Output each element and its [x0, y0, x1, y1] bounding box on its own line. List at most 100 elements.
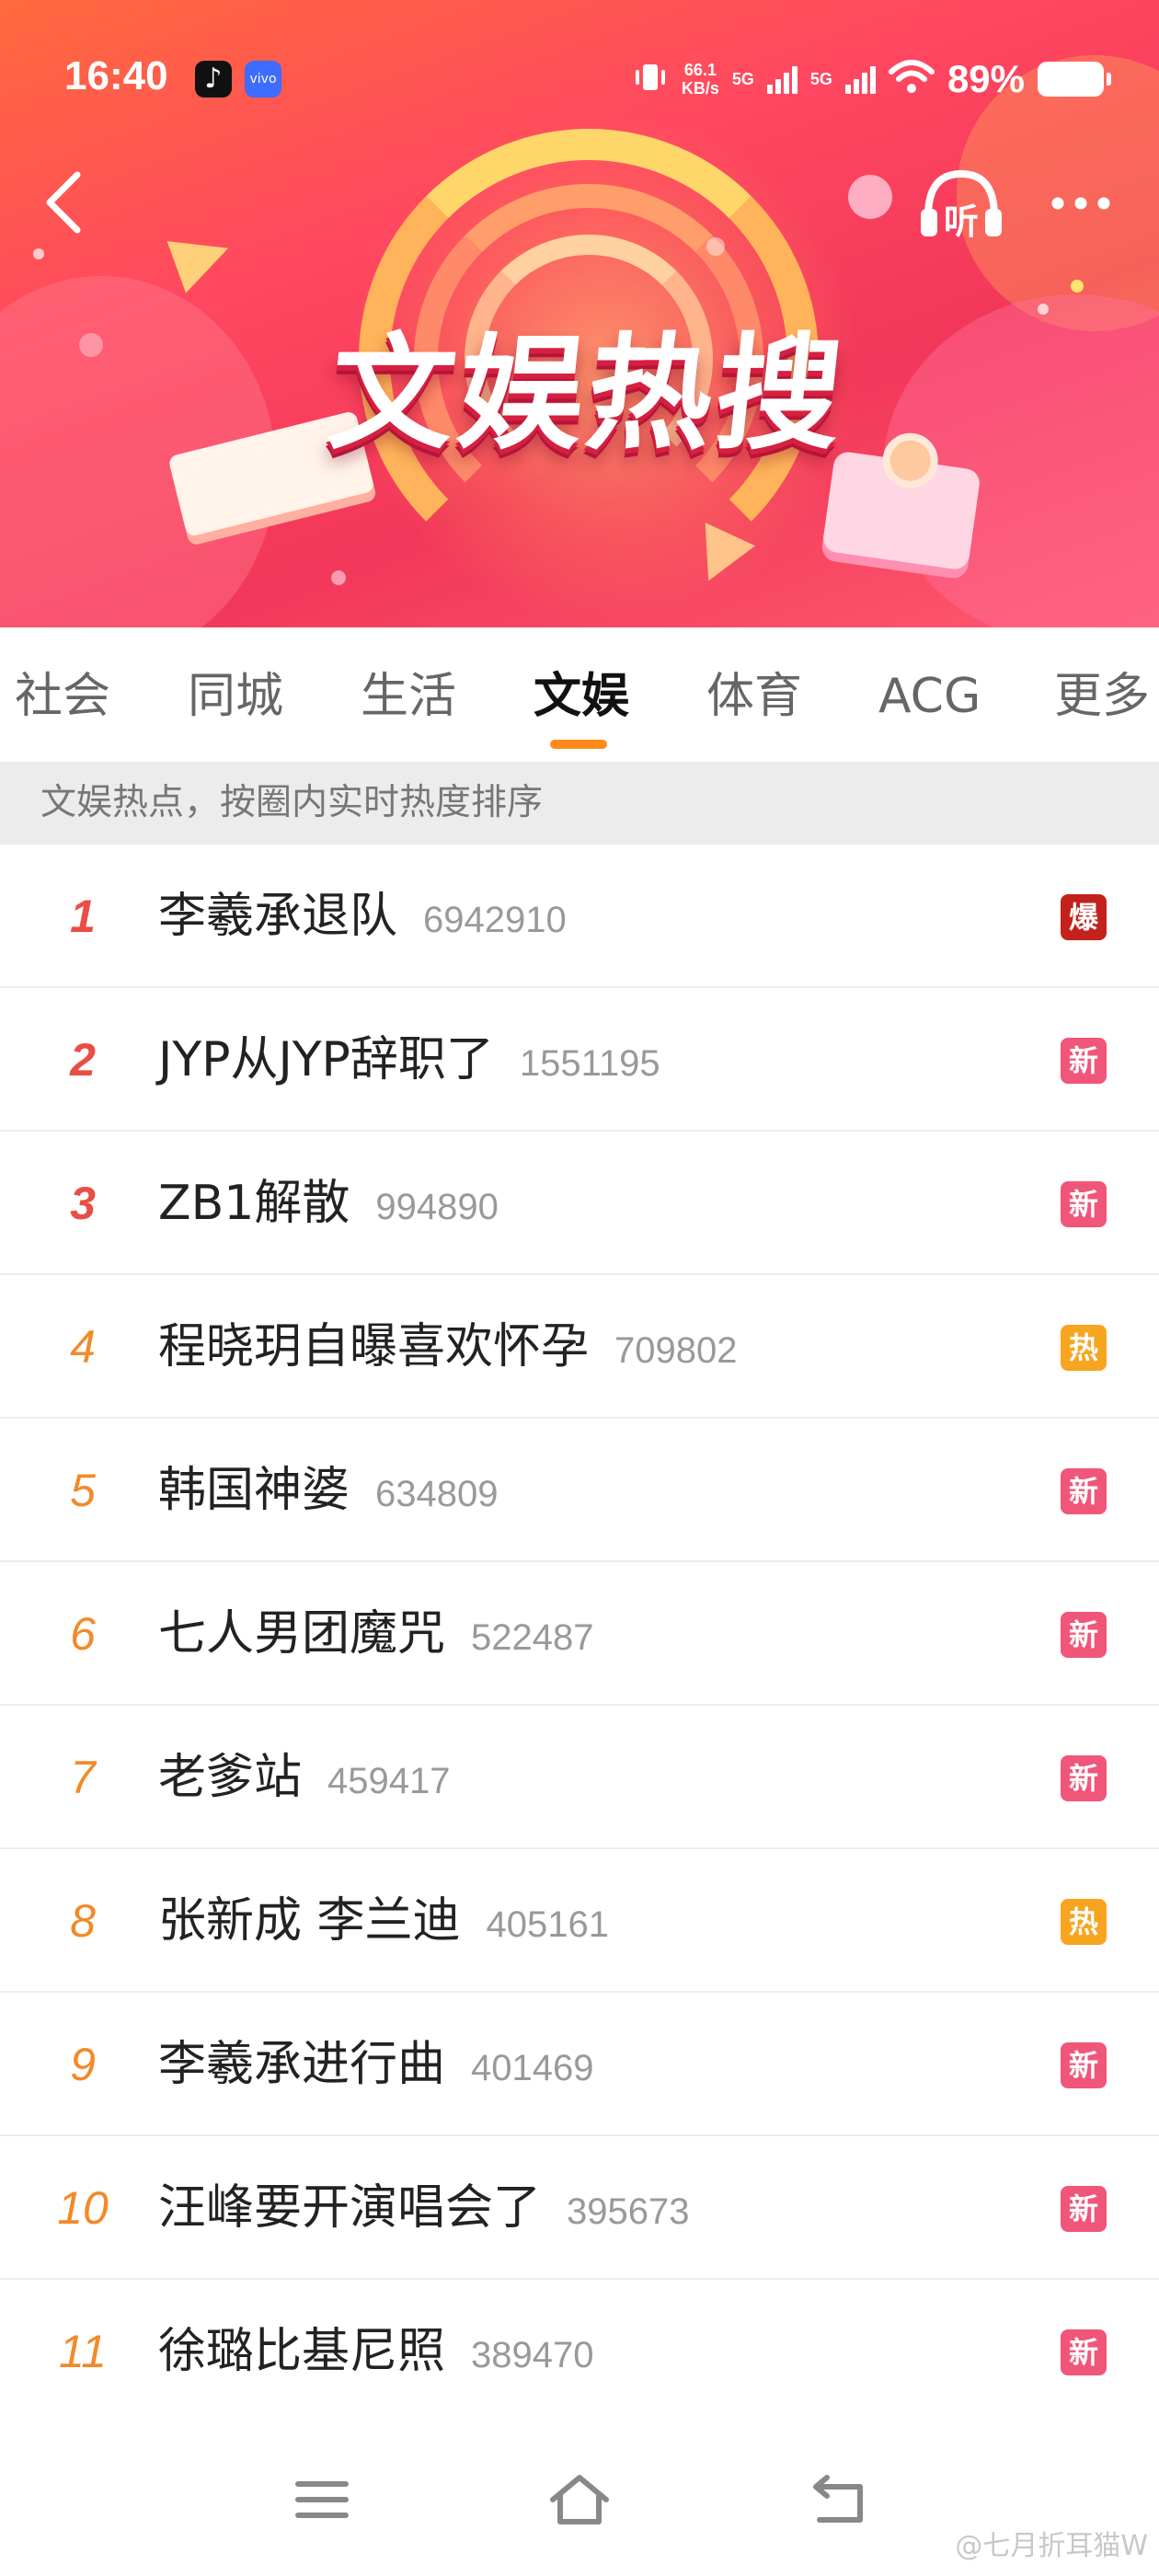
home-button[interactable]: [538, 2458, 621, 2541]
status-badge: 新: [1061, 2186, 1107, 2232]
rank-number: 7: [70, 1752, 96, 1803]
item-title: 李羲承退队: [158, 889, 398, 944]
item-title: 七人男团魔咒: [158, 1606, 446, 1662]
listen-label: 听: [944, 201, 980, 242]
tab-sports[interactable]: 体育: [706, 664, 802, 729]
item-title: 汪峰要开演唱会了: [158, 2180, 542, 2236]
hot-search-item[interactable]: 2 JYP从JYP辞职了 1551195 新: [0, 988, 1159, 1132]
vivo-icon: vivo: [245, 61, 281, 98]
status-badge: 新: [1061, 2042, 1107, 2088]
rank-number: 2: [70, 1034, 96, 1086]
network-speed: 66.1 KB/s: [682, 61, 719, 98]
item-title: 韩国神婆: [158, 1463, 350, 1518]
item-text: 程晓玥自曝喜欢怀孕 709802: [158, 1275, 738, 1430]
category-tabs: 社会 同城 生活 文娱 体育 ACG 更多: [0, 627, 1159, 762]
status-badge: 新: [1061, 1181, 1107, 1227]
item-text: 徐璐比基尼照 389470: [158, 2280, 594, 2434]
heat-count: 1551195: [519, 1043, 660, 1084]
speed-unit: KB/s: [681, 79, 719, 98]
tab-more[interactable]: 更多: [1054, 664, 1150, 729]
item-title: 李羲承进行曲: [158, 2037, 446, 2092]
wifi-icon: [888, 59, 935, 100]
tiktok-icon: ♪: [195, 61, 232, 98]
hot-search-item[interactable]: 6 七人男团魔咒 522487 新: [0, 1562, 1159, 1706]
hot-search-item[interactable]: 4 程晓玥自曝喜欢怀孕 709802 热: [0, 1275, 1159, 1419]
status-badge: 新: [1061, 2329, 1107, 2375]
item-text: 李羲承进行曲 401469: [158, 1993, 594, 2147]
network-type-2: 5G: [809, 69, 832, 88]
heat-count: 522487: [471, 1617, 594, 1658]
tab-society[interactable]: 社会: [15, 664, 110, 729]
menu-button[interactable]: [281, 2458, 363, 2541]
home-icon: [550, 2475, 609, 2524]
item-text: 老爹站 459417: [158, 1706, 451, 1860]
chevron-left-icon: [46, 171, 81, 234]
rank-number: 1: [70, 891, 96, 942]
more-dots-icon: [1051, 197, 1110, 210]
rank-number: 4: [70, 1321, 96, 1373]
item-title: 老爹站: [158, 1750, 303, 1805]
more-button[interactable]: [1039, 171, 1122, 236]
item-text: 韩国神婆 634809: [158, 1419, 499, 1573]
list-description-bar: 文娱热点，按圈内实时热度排序: [0, 762, 1159, 845]
item-title: JYP从JYP辞职了: [158, 1032, 494, 1087]
battery-percent: 89%: [947, 57, 1025, 100]
rank-number: 10: [57, 2182, 109, 2234]
return-button[interactable]: [797, 2458, 879, 2541]
status-badge: 新: [1061, 1755, 1107, 1801]
heat-count: 994890: [375, 1187, 499, 1227]
item-text: 李羲承退队 6942910: [158, 845, 567, 999]
tab-entertainment[interactable]: 文娱: [534, 664, 629, 729]
vibrate-icon: [632, 59, 669, 100]
speed-value: 66.1: [683, 61, 717, 79]
status-bar: 16:40 ♪ vivo 66.1 KB/s 5G 5G 89%: [0, 48, 1159, 107]
hot-search-item[interactable]: 5 韩国神婆 634809 新: [0, 1419, 1159, 1562]
status-badge: 新: [1061, 1612, 1107, 1658]
return-icon: [813, 2475, 863, 2523]
heat-count: 395673: [567, 2191, 690, 2232]
heat-count: 401469: [471, 2048, 594, 2088]
status-badge: 爆: [1061, 894, 1107, 940]
item-text: JYP从JYP辞职了 1551195: [158, 988, 660, 1143]
rank-number: 5: [70, 1465, 96, 1516]
item-title: 程晓玥自曝喜欢怀孕: [158, 1319, 590, 1374]
heat-count: 709802: [614, 1330, 738, 1371]
item-text: 汪峰要开演唱会了 395673: [158, 2136, 690, 2291]
item-text: 七人男团魔咒 522487: [158, 1562, 594, 1717]
rank-number: 3: [70, 1178, 96, 1229]
heat-count: 6942910: [423, 900, 567, 940]
signal-icon-2: [844, 64, 876, 94]
hot-search-item[interactable]: 11 徐璐比基尼照 389470 新: [0, 2280, 1159, 2423]
listen-button[interactable]: 听: [911, 162, 1012, 245]
hot-search-item[interactable]: 1 李羲承退队 6942910 爆: [0, 845, 1159, 988]
list-description: 文娱热点，按圈内实时热度排序: [40, 782, 544, 823]
paper-plane-illustration: [166, 222, 238, 293]
rank-number: 11: [59, 2326, 107, 2377]
status-badge: 新: [1061, 1038, 1107, 1084]
watermark: @七月折耳猫W: [955, 2530, 1148, 2562]
tab-acg[interactable]: ACG: [878, 664, 981, 729]
item-title: ZB1解散: [158, 1176, 350, 1231]
heat-count: 405161: [486, 1904, 610, 1945]
item-text: 张新成 李兰迪 405161: [158, 1849, 609, 2004]
heat-count: 389470: [471, 2335, 594, 2375]
item-title: 徐璐比基尼照: [158, 2324, 446, 2379]
hot-search-item[interactable]: 7 老爹站 459417 新: [0, 1706, 1159, 1849]
hot-search-item[interactable]: 9 李羲承进行曲 401469 新: [0, 1993, 1159, 2136]
item-title: 张新成 李兰迪: [158, 1893, 461, 1949]
hot-search-item[interactable]: 3 ZB1解散 994890 新: [0, 1132, 1159, 1275]
hot-search-item[interactable]: 10 汪峰要开演唱会了 395673 新: [0, 2136, 1159, 2280]
tab-life[interactable]: 生活: [361, 664, 456, 729]
rank-number: 6: [70, 1608, 96, 1660]
signal-icon: [766, 64, 798, 94]
status-time: 16:40: [64, 53, 168, 98]
back-button[interactable]: [28, 166, 101, 239]
battery-icon: [1038, 62, 1111, 97]
hot-search-item[interactable]: 8 张新成 李兰迪 405161 热: [0, 1849, 1159, 1993]
menu-icon: [295, 2481, 349, 2518]
status-badge: 热: [1061, 1899, 1107, 1945]
rank-number: 9: [70, 2039, 96, 2090]
network-type-1: 5G: [731, 69, 754, 88]
tab-local[interactable]: 同城: [188, 664, 283, 729]
status-badge: 热: [1061, 1325, 1107, 1371]
